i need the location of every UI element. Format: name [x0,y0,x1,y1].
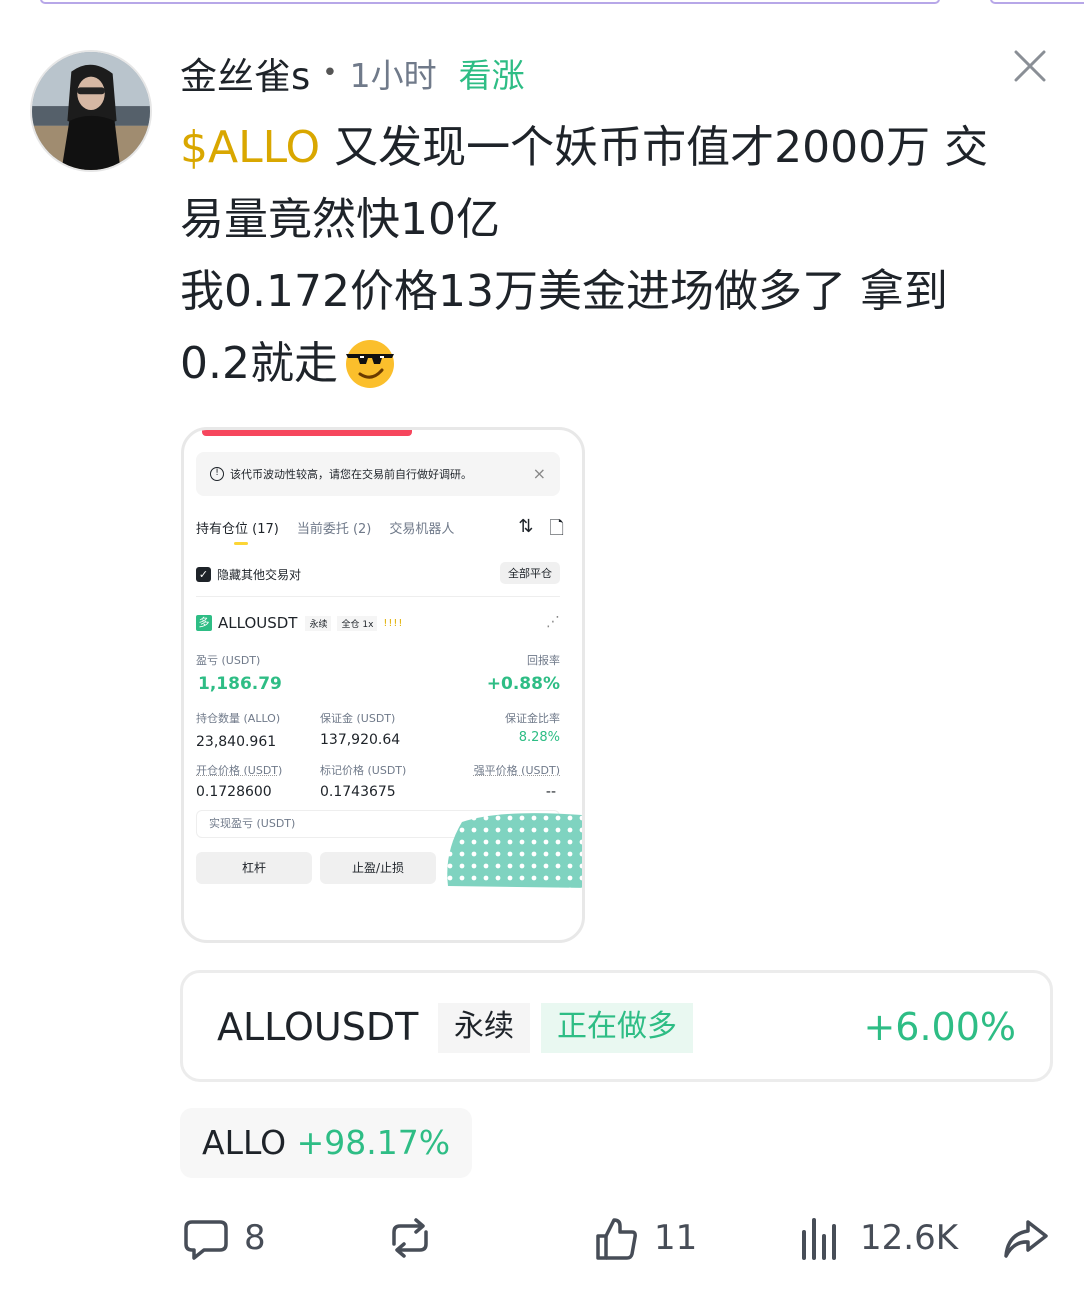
avatar-image [32,52,150,170]
roi-value: +0.88% [486,674,560,694]
info-icon: ! [210,467,224,481]
repost-button[interactable] [386,1210,448,1266]
entry-price-label: 开仓价格 (USDT) [196,764,283,777]
coin-chip-change: +98.17% [296,1123,451,1162]
pnl-label: 盈亏 (USDT) [196,654,261,667]
post-line-1-text: 又发现一个妖币市值才2000万 交 [320,122,989,173]
notice-close-icon[interactable]: × [533,464,546,483]
post-line-4-text: 0.2就走 [180,338,338,389]
post-line-3: 我0.172价格13万美金进场做多了 拿到 [180,266,948,317]
notice-text: 该代币波动性较高，请您在交易前自行做好调研。 [230,468,472,481]
hide-other-label: 隐藏其他交易对 [217,567,302,582]
volatility-notice: ! 该代币波动性较高，请您在交易前自行做好调研。 × [196,452,560,496]
hide-other-pairs-row: ✓ 隐藏其他交易对 全部平仓 [196,560,560,588]
tpsl-button[interactable]: 止盈/止损 [320,852,436,884]
action-bar: 8 11 12.6K [180,1210,1060,1270]
position-card-pair: ALLOUSDT [217,1005,419,1049]
share-icon[interactable]: ⋰ [546,614,560,630]
margin-ratio-value: 8.28% [518,730,560,745]
size-value: 23,840.961 [196,734,277,750]
margin-ratio-label: 保证金比率 [505,712,560,725]
sort-icon[interactable]: ⇅ [518,516,533,546]
sentiment-tag: 看涨 [458,56,525,95]
post-line-2: 易量竟然快10亿 [180,194,500,245]
thumbs-up-icon [596,1218,637,1260]
coin-chip[interactable]: ALLO +98.17% [180,1108,473,1178]
post-line-1: $ALLO 又发现一个妖币市值才2000万 交 [180,112,1060,184]
separator-dot: • [322,58,338,88]
margin-label: 保证金 (USDT) [320,712,396,725]
position-card-change: +6.00% [863,1005,1016,1049]
divider [196,596,560,597]
mark-price-label: 标记价格 (USDT) [320,764,407,777]
long-tag: 多 [196,615,212,631]
hide-other-checkbox[interactable]: ✓ [196,566,211,582]
post-header: 金丝雀s • 1小时 看涨 [180,48,525,98]
repost-icon [392,1218,428,1258]
realized-pnl-label: 实现盈亏 (USDT) [209,817,296,830]
coin-chip-symbol: ALLO [202,1123,287,1162]
position-pair: ALLOUSDT [218,614,298,632]
liq-price-label: 强平价格 (USDT) [473,764,560,777]
position-card-type: 永续 [438,1003,530,1053]
share-button[interactable] [1002,1210,1064,1266]
position-tabs: 持有仓位 (17) 当前委托 (2) 交易机器人 ⇅ 🗋 [196,516,566,545]
comment-icon [184,1220,228,1260]
position-card[interactable]: ALLOUSDT 永续 正在做多 +6.00% [180,970,1053,1082]
margin-mode-chip: 全仓 1x [337,615,378,631]
like-count: 11 [654,1218,698,1258]
avatar[interactable] [30,50,152,172]
tab-icon-group: ⇅ 🗋 [518,516,564,546]
comment-count: 8 [244,1218,266,1258]
post-line-4: 0.2就走 [180,328,1060,400]
previous-post-edge-right [990,0,1084,4]
position-card-status: 正在做多 [541,1003,693,1053]
close-icon[interactable] [1010,46,1050,86]
views-button[interactable]: 12.6K [798,1210,958,1266]
perp-chip: 永续 [305,615,332,631]
roi-label: 回报率 [527,654,560,667]
embedded-screenshot[interactable]: ! 该代币波动性较高，请您在交易前自行做好调研。 × 持有仓位 (17) 当前委… [181,427,585,943]
censor-dots-overlay [447,813,582,888]
like-button[interactable]: 11 [592,1210,697,1266]
position-pair-row: 多 ALLOUSDT 永续 全仓 1x !!!! ⋰ [196,614,560,632]
margin-value: 137,920.64 [320,732,401,748]
previous-post-edge [40,0,940,4]
post-text: $ALLO 又发现一个妖币市值才2000万 交 易量竟然快10亿 我0.172价… [180,112,1060,400]
views-count: 12.6K [860,1218,958,1258]
close-all-button[interactable]: 全部平仓 [500,562,560,584]
history-icon[interactable]: 🗋 [550,516,564,546]
mark-price-value: 0.1743675 [320,784,396,800]
views-bar-icon [802,1218,836,1260]
tab-trading-bots[interactable]: 交易机器人 [389,518,454,537]
cool-face-emoji-icon [342,334,398,390]
username[interactable]: 金丝雀s [180,46,310,100]
leverage-button[interactable]: 杠杆 [196,852,312,884]
size-label: 持仓数量 (ALLO) [196,712,281,725]
post-time: 1小时 [349,56,437,95]
pnl-value: 1,186.79 [198,674,282,694]
comment-button[interactable]: 8 [182,1210,266,1266]
share-arrow-icon [1004,1220,1048,1258]
tab-open-orders[interactable]: 当前委托 (2) [297,518,372,537]
entry-price-value: 0.1728600 [196,784,272,800]
risk-bars-icon: !!!! [383,617,404,629]
liq-price-value: -- [545,784,556,800]
cashtag-link[interactable]: $ALLO [180,122,320,173]
tab-positions[interactable]: 持有仓位 (17) [196,518,279,545]
red-progress-bar [202,430,412,436]
